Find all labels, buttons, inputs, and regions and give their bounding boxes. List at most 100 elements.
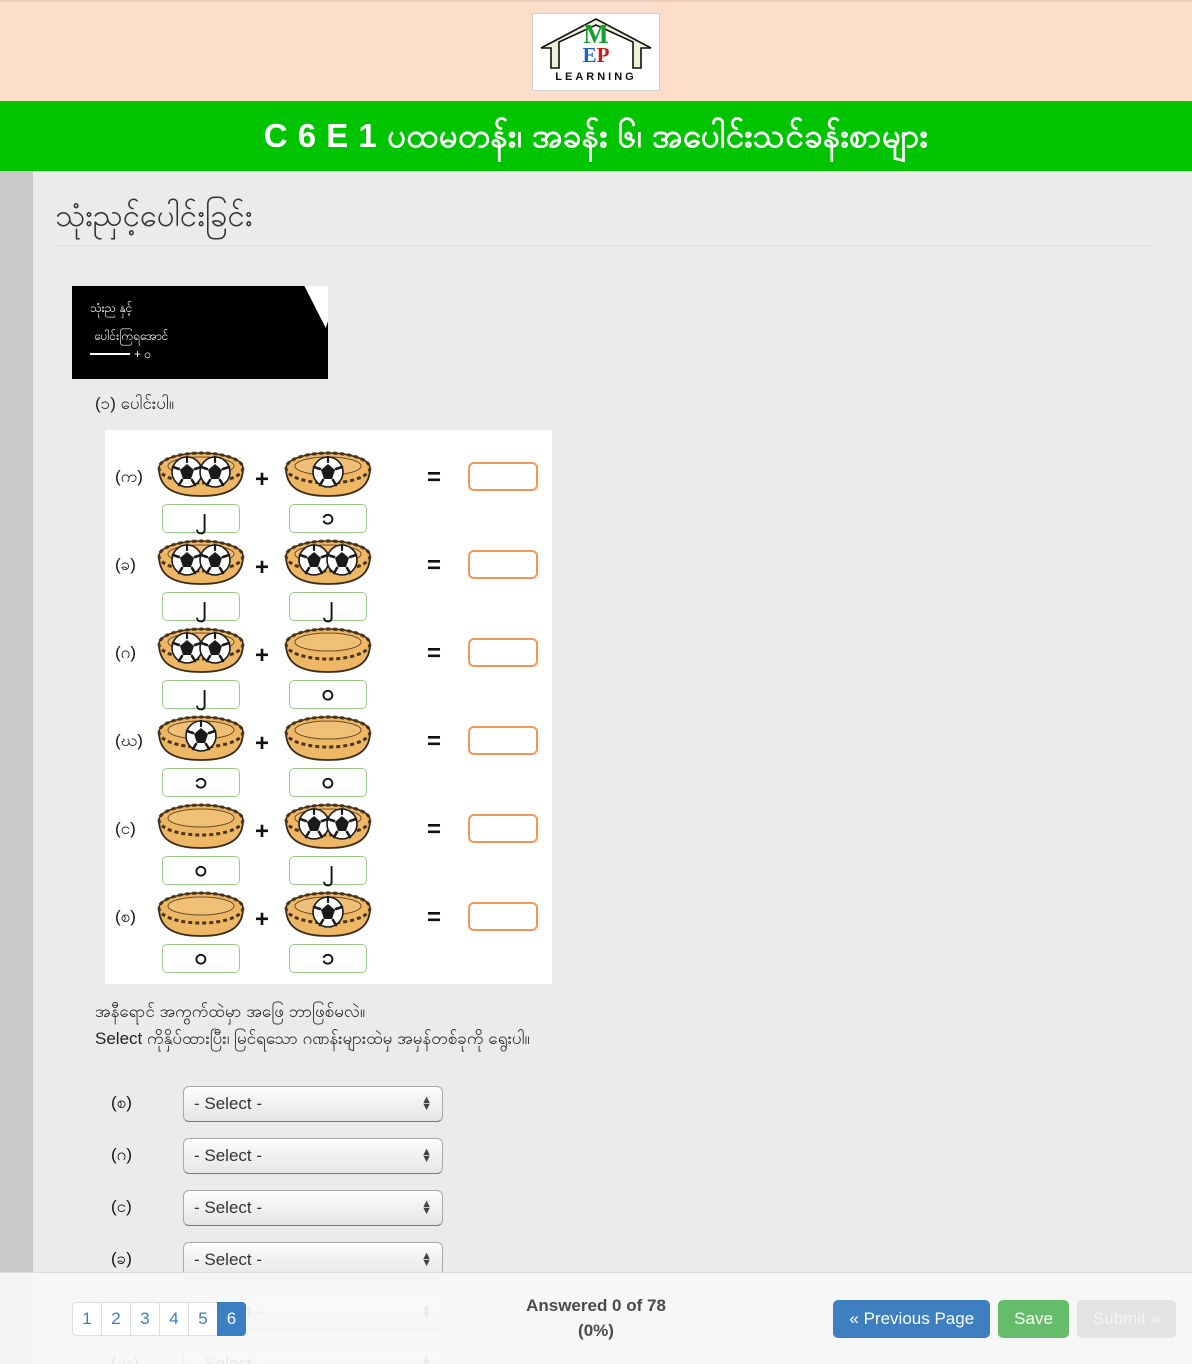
basket-icon [280, 622, 376, 678]
basket-icon [280, 534, 376, 590]
basket-icon [153, 622, 249, 678]
video-thumbnail[interactable]: သုံးည နှင့် ပေါင်းကြရအောင် + ၀ [72, 285, 330, 379]
pagination[interactable]: 123456 [72, 1301, 246, 1336]
house-roof-icon: M EP [537, 16, 655, 70]
chevron-updown-icon: ▲▼ [421, 1146, 432, 1166]
answer-select[interactable]: - Select - ▲▼ [183, 1138, 443, 1175]
basket-group-left: ၁ [153, 710, 249, 797]
basket-icon [153, 798, 249, 854]
answer-input-box[interactable] [468, 813, 538, 843]
exercise-row: (က) ၂ + ၁ = [105, 444, 552, 533]
exercise-row: (ဃ) ၁ + ၀ = [105, 708, 552, 797]
left-number-box: ၂ [162, 679, 240, 709]
equals-sign: = [427, 727, 442, 755]
plus-sign: + [255, 553, 270, 581]
select-row-label: (စ) [111, 1092, 132, 1112]
course-title: C 6 E 1 ပထမတန်း၊ အခန်း ၆၊ အပေါင်းသင်ခန်း… [263, 116, 929, 154]
corner-slash-decoration [282, 285, 328, 328]
save-button[interactable]: Save [998, 1299, 1069, 1338]
right-number-box: ၀ [289, 679, 367, 709]
answer-select[interactable]: - Select - ▲▼ [183, 1190, 443, 1227]
answer-input-box[interactable] [468, 461, 538, 491]
video-caption-line1: သုံးည နှင့် [90, 300, 133, 315]
pagination-page-4[interactable]: 4 [159, 1301, 188, 1336]
plus-sign: + [255, 905, 270, 933]
blank-underline [90, 352, 130, 355]
equals-sign: = [427, 551, 442, 579]
logo-band: M EP LEARNING [0, 0, 1192, 101]
basket-group-left: ၂ [153, 534, 249, 621]
left-number-box: ၀ [162, 855, 240, 885]
pagination-page-6[interactable]: 6 [217, 1301, 246, 1336]
submit-button: Submit » [1076, 1299, 1176, 1338]
chevron-updown-icon: ▲▼ [421, 1198, 432, 1218]
note-block: အနီရောင် အကွက်ထဲမှာ အဖြေ ဘာဖြစ်မလဲ။ Sele… [95, 998, 1192, 1052]
exercise-row: (ဂ) ၂ + ၀ = [105, 620, 552, 709]
page-root: M EP LEARNING C 6 E 1 ပထမတန်း၊ အခန်း ၆၊ … [0, 0, 1192, 1364]
right-number-box: ၂ [289, 855, 367, 885]
chevron-updown-icon: ▲▼ [421, 1250, 432, 1270]
previous-page-button[interactable]: « Previous Page [833, 1299, 991, 1338]
pagination-page-1[interactable]: 1 [72, 1301, 101, 1336]
mep-learning-logo: M EP LEARNING [532, 12, 660, 91]
select-row: (င) - Select - ▲ ▼ [111, 1182, 1192, 1234]
basket-group-left: ၂ [153, 622, 249, 709]
left-number-box: ၂ [162, 503, 240, 533]
basket-group-right: ၁ [280, 886, 376, 973]
exercise-row: (စ) ၀ + ၁ = [105, 884, 552, 973]
note-line-1: အနီရောင် အကွက်ထဲမှာ အဖြေ ဘာဖြစ်မလဲ။ [95, 1001, 366, 1021]
logo-tagline: LEARNING [555, 70, 637, 83]
equals-sign: = [427, 815, 442, 843]
pagination-page-2[interactable]: 2 [101, 1301, 130, 1336]
body-area: သုံးညှင့်ပေါင်းခြင်း သုံးည နှင့် ပေါင်းက… [0, 171, 1192, 1364]
note-line-2: Select ကိုနှိပ်ထားပြီး၊ မြင်ရသော ဂဏန်းမျ… [95, 1029, 530, 1049]
right-number-box: ၂ [289, 591, 367, 621]
basket-group-right: ၂ [280, 798, 376, 885]
pagination-page-3[interactable]: 3 [130, 1301, 159, 1336]
basket-group-left: ၂ [153, 446, 249, 533]
exercise-row-label: (ဃ) [115, 730, 143, 750]
plus-sign: + [255, 817, 270, 845]
exercise-panel: (က) ၂ + ၁ = (ခ) ၂ + ၂ = (ဂ) ၂ + ၀ = (ဃ) … [105, 429, 552, 984]
select-row: (ဂ) - Select - ▲ ▼ [111, 1130, 1192, 1182]
right-number-box: ၁ [289, 503, 367, 533]
main-content: သုံးညှင့်ပေါင်းခြင်း သုံးည နှင့် ပေါင်းက… [33, 171, 1192, 1364]
exercise-row: (ခ) ၂ + ၂ = [105, 532, 552, 621]
left-number-box: ၀ [162, 943, 240, 973]
answer-input-box[interactable] [468, 725, 538, 755]
footer-buttons: « Previous Page Save Submit » [833, 1299, 1176, 1338]
select-row-label: (င) [111, 1196, 132, 1216]
answer-input-box[interactable] [468, 637, 538, 667]
basket-icon [153, 534, 249, 590]
video-caption-line3-text: + ၀ [134, 346, 152, 361]
equals-sign: = [427, 639, 442, 667]
exercise-row-label: (က) [115, 466, 143, 486]
basket-group-right: ၀ [280, 622, 376, 709]
basket-icon [280, 446, 376, 502]
select-value: - Select - [194, 1198, 263, 1218]
answer-input-box[interactable] [468, 901, 538, 931]
right-number-box: ၀ [289, 767, 367, 797]
basket-icon [153, 710, 249, 766]
course-title-bar: C 6 E 1 ပထမတန်း၊ အခန်း ၆၊ အပေါင်းသင်ခန်း… [0, 101, 1192, 171]
exercise-row-label: (င) [115, 818, 136, 838]
select-row: (စ) - Select - ▲ ▼ [111, 1078, 1192, 1130]
question-instruction: (၁) ပေါင်းပါ။ [95, 393, 174, 413]
plus-sign: + [255, 465, 270, 493]
plus-sign: + [255, 641, 270, 669]
left-rail [0, 171, 33, 1364]
basket-icon [153, 446, 249, 502]
select-value: - Select - [194, 1094, 263, 1114]
answer-input-box[interactable] [468, 549, 538, 579]
video-caption-line2: ပေါင်းကြရအောင် [94, 328, 169, 343]
logo-letters-ep: EP [583, 45, 610, 66]
equals-sign: = [427, 903, 442, 931]
answer-select[interactable]: - Select - ▲▼ [183, 1086, 443, 1123]
video-caption-line3: + ၀ [90, 346, 151, 364]
pagination-page-5[interactable]: 5 [188, 1301, 217, 1336]
logo-letter-e: E [582, 43, 597, 67]
basket-icon [280, 710, 376, 766]
equals-sign: = [427, 463, 442, 491]
basket-icon [280, 886, 376, 942]
basket-group-right: ၁ [280, 446, 376, 533]
